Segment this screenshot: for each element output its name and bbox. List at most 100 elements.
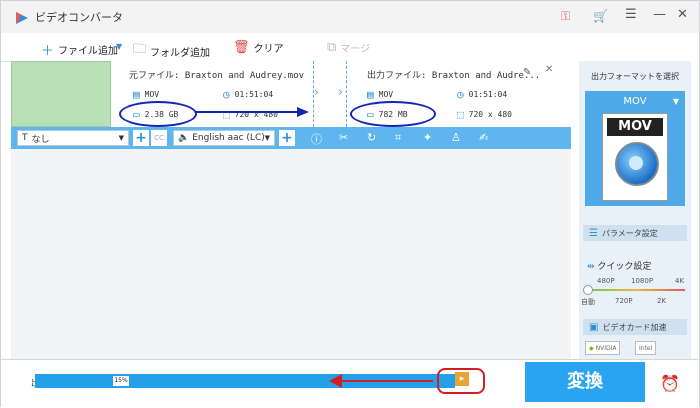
- quality-slider-handle[interactable]: [583, 285, 593, 295]
- mov-icon-text: MOV: [607, 118, 663, 136]
- chevron-right-icon-2: ›: [338, 85, 343, 99]
- divider-right: [346, 61, 347, 127]
- progress-percent: 15%: [113, 376, 129, 386]
- subtitle-value: なし: [31, 134, 50, 145]
- video-thumbnail[interactable]: [11, 61, 111, 127]
- audio-track-select[interactable]: 🔈 English aac (LC) ▼: [173, 130, 275, 146]
- title-bar: ビデオコンバータ ⚿ 🛒 ☰ — ✕: [1, 1, 699, 33]
- key-icon[interactable]: ⚿: [561, 9, 570, 24]
- trash-icon: 🗑: [233, 40, 250, 55]
- intel-label: Intel: [639, 344, 653, 352]
- film-icon: ▤: [367, 88, 374, 101]
- annotation-blue-arrow: [195, 107, 309, 117]
- watermark-icon[interactable]: ♙: [451, 131, 461, 144]
- source-format-value: MOV: [144, 90, 160, 99]
- cart-icon[interactable]: 🛒: [593, 9, 608, 23]
- nvidia-logo-icon: ◆: [589, 344, 594, 352]
- add-file-button[interactable]: ＋ ファイル追加: [41, 40, 118, 59]
- effects-wand-icon[interactable]: ✦: [423, 131, 432, 144]
- quality-slider-track[interactable]: [585, 289, 685, 291]
- chevron-down-icon: ▼: [672, 97, 679, 106]
- app-window: ビデオコンバータ ⚿ 🛒 ☰ — ✕ ＋ ファイル追加 ▼ 🗀 フォルダ追加 🗑…: [0, 0, 700, 408]
- source-file-label: 元ファイル:: [129, 71, 180, 81]
- file-list-empty-area: [11, 149, 571, 359]
- output-duration-value: 01:51:04: [468, 90, 508, 99]
- speaker-icon: 🔈: [178, 133, 190, 143]
- film-icon: ▤: [133, 88, 140, 101]
- source-duration: ◷ 01:51:04: [223, 88, 273, 101]
- text-icon: T: [22, 133, 28, 143]
- intel-badge[interactable]: Intel: [635, 341, 657, 355]
- remove-file-icon[interactable]: ✕: [545, 64, 553, 75]
- output-duration: ◷ 01:51:04: [457, 88, 507, 101]
- clear-label: クリア: [253, 44, 284, 55]
- alarm-clock-icon[interactable]: ⏰: [660, 374, 680, 393]
- chevron-right-icon: ›: [314, 85, 319, 99]
- chip-icon: ▣: [589, 321, 599, 333]
- nvidia-badge[interactable]: ◆ NVIDIA: [585, 341, 621, 355]
- cc-icon[interactable]: CC: [151, 130, 167, 146]
- folder-plus-icon: 🗀: [133, 42, 147, 57]
- output-filename: 出力ファイル: Braxton and Audre...: [367, 68, 540, 81]
- clear-button[interactable]: 🗑 クリア: [233, 40, 284, 55]
- annotation-ellipse-source: [119, 101, 197, 127]
- tick-480p: 480P: [597, 277, 615, 285]
- nvidia-label: NVIDIA: [595, 344, 617, 352]
- edit-subtitle-icon[interactable]: ✍: [479, 131, 488, 144]
- clock-icon: ◷: [223, 88, 230, 101]
- mov-format-icon: MOV: [602, 113, 668, 201]
- source-format: ▤ MOV: [133, 88, 159, 101]
- convert-button[interactable]: 変換: [525, 362, 645, 402]
- tick-1080p: 1080P: [631, 277, 654, 285]
- add-audio-button[interactable]: +: [279, 130, 295, 146]
- minimize-button[interactable]: —: [653, 7, 666, 22]
- gpu-acceleration-button[interactable]: ▣ ビデオカード加速: [583, 319, 687, 335]
- annotation-red-arrow: [341, 380, 433, 382]
- output-resolution-value: 720 x 480: [468, 110, 512, 119]
- merge-icon: ⧉: [327, 40, 337, 55]
- merge-button[interactable]: ⧉ マージ: [327, 40, 370, 55]
- quicktime-icon: [615, 142, 659, 186]
- app-logo-icon: [16, 12, 28, 24]
- toolbar: ＋ ファイル追加 ▼ 🗀 フォルダ追加 🗑 クリア ⧉ マージ: [1, 33, 571, 62]
- tick-auto: 自動: [581, 298, 595, 306]
- quick-settings-icon: ⇹: [587, 262, 595, 272]
- format-name: MOV: [623, 96, 647, 107]
- annotation-red-box: [437, 368, 485, 394]
- close-window-button[interactable]: ✕: [677, 7, 688, 22]
- quick-settings-label: クイック設定: [597, 262, 652, 272]
- source-file-name: Braxton and Audrey.mov: [184, 71, 305, 81]
- source-filename: 元ファイル: Braxton and Audrey.mov: [129, 68, 304, 81]
- rotate-icon[interactable]: ↻: [367, 131, 376, 144]
- add-folder-label: フォルダ追加: [150, 47, 211, 59]
- quick-settings-title: ⇹ クイック設定: [587, 259, 699, 272]
- tick-4k: 4K: [675, 277, 685, 285]
- info-icon[interactable]: ⓘ: [311, 131, 322, 147]
- tick-720p: 720P: [615, 297, 633, 305]
- menu-icon[interactable]: ☰: [625, 7, 637, 22]
- source-duration-value: 01:51:04: [234, 90, 274, 99]
- crop-icon[interactable]: ⌗: [395, 131, 401, 145]
- add-subtitle-button[interactable]: +: [133, 130, 149, 146]
- output-format: ▤ MOV: [367, 88, 393, 101]
- output-format-value: MOV: [378, 90, 394, 99]
- output-format-panel: 出力フォーマットを選択 MOV ▼ MOV ☰ パラメータ設定 ⇹ クイック設定…: [579, 61, 691, 359]
- parameter-settings-button[interactable]: ☰ パラメータ設定: [583, 225, 687, 241]
- subtitle-select[interactable]: T なし ▼: [17, 130, 129, 146]
- chevron-down-icon: ▼: [118, 134, 124, 142]
- gpu-acceleration-label: ビデオカード加速: [602, 322, 667, 332]
- tick-2k: 2K: [657, 297, 667, 305]
- cut-icon[interactable]: ✂: [339, 131, 348, 144]
- chevron-down-icon: ▼: [264, 134, 270, 142]
- option-bar: T なし ▼ + CC 🔈 English aac (LC) ▼ + ⓘ ✂ ↻…: [11, 127, 571, 149]
- add-folder-button[interactable]: 🗀 フォルダ追加: [133, 40, 210, 62]
- sliders-icon: ☰: [589, 227, 598, 239]
- audio-track-value: English aac (LC): [192, 133, 265, 143]
- bottom-bar: 出 15% ▸ 変換 ⏰: [1, 359, 699, 408]
- file-item[interactable]: 元ファイル: Braxton and Audrey.mov ▤ MOV ◷ 01:5…: [11, 61, 571, 129]
- merge-label: マージ: [340, 44, 371, 55]
- add-file-dropdown-icon[interactable]: ▼: [116, 42, 122, 51]
- edit-pencil-icon[interactable]: ✎: [523, 67, 531, 78]
- plus-icon: ＋: [41, 44, 55, 59]
- format-selector[interactable]: MOV ▼ MOV: [585, 91, 685, 206]
